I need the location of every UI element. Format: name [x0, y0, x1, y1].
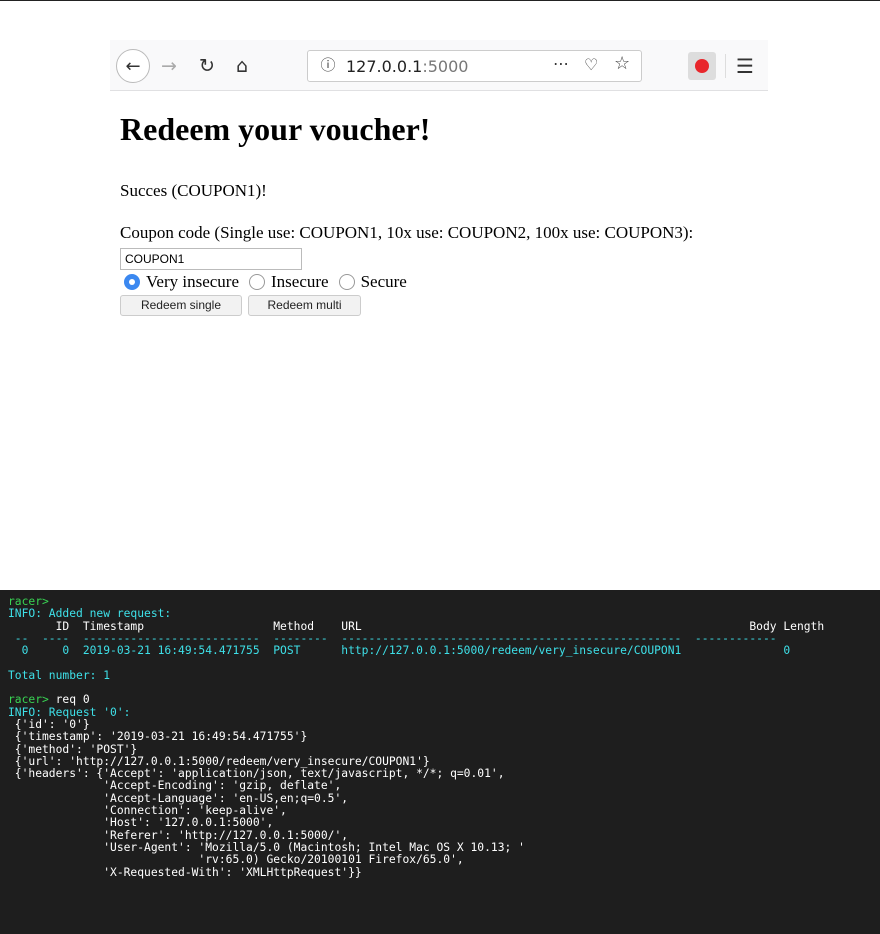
radio-secure[interactable]	[338, 274, 355, 290]
radio-label-very-insecure: Very insecure	[146, 272, 239, 291]
pocket-icon[interactable]: ♡	[584, 55, 598, 74]
home-icon[interactable]: ⌂	[228, 52, 256, 80]
request-line: 'User-Agent': 'Mozilla/5.0 (Macintosh; I…	[8, 840, 525, 854]
request-line: 'X-Requested-With': 'XMLHttpRequest'}}	[8, 865, 362, 879]
page-title: Redeem your voucher!	[120, 111, 431, 147]
toolbar-separator	[725, 54, 726, 78]
radio-label-insecure: Insecure	[271, 272, 329, 291]
terminal-prompt: racer>	[8, 693, 49, 707]
table-header: ID Timestamp Method URL Body Length	[8, 619, 825, 633]
page-content: Redeem your voucher! Succes (COUPON1)! C…	[110, 91, 768, 330]
coupon-label: Coupon code (Single use: COUPON1, 10x us…	[120, 223, 694, 242]
request-line: {'timestamp': '2019-03-21 16:49:54.47175…	[8, 730, 308, 744]
request-line: 'Connection': 'keep-alive',	[8, 804, 287, 818]
table-row: 0 0 2019-03-21 16:49:54.471755 POST http…	[8, 644, 791, 658]
reload-icon[interactable]: ↻	[193, 52, 221, 80]
terminal-command: req 0	[55, 693, 90, 707]
request-line: {'url': 'http://127.0.0.1:5000/redeem/ve…	[8, 754, 430, 768]
request-line: 'Accept-Language': 'en-US,en;q=0.5',	[8, 791, 349, 805]
star-icon[interactable]: ☆	[614, 53, 630, 74]
info-request-line: INFO: Request '0':	[8, 705, 131, 719]
info-icon[interactable]: ⓘ	[318, 55, 338, 75]
radio-label-secure: Secure	[360, 272, 407, 291]
request-line: 'Referer': 'http://127.0.0.1:5000/',	[8, 828, 349, 842]
redeem-single-button[interactable]: Redeem single	[120, 295, 242, 316]
status-message: Succes (COUPON1)!	[120, 181, 267, 200]
coupon-input[interactable]	[120, 248, 302, 270]
browser-window: ← → ↻ ⌂ ⓘ 127.0.0.1:5000 ⋯ ♡ ☆ ☰ Redeem …	[110, 40, 768, 330]
record-button[interactable]	[688, 52, 716, 80]
radio-insecure[interactable]	[249, 274, 265, 290]
radio-very-insecure[interactable]	[124, 274, 140, 290]
request-line: 'Accept-Encoding': 'gzip, deflate',	[8, 779, 342, 793]
terminal-prompt: racer>	[8, 595, 49, 608]
request-line: {'method': 'POST'}	[8, 742, 138, 756]
security-radio-group: Very insecure Insecure Secure	[120, 271, 413, 293]
back-arrow-icon[interactable]: ←	[116, 49, 150, 83]
url-text[interactable]: 127.0.0.1:5000	[346, 57, 468, 76]
request-line: {'id': '0'}	[8, 717, 90, 731]
record-icon	[695, 59, 709, 73]
url-host: 127.0.0.1	[346, 57, 423, 76]
info-added-line: INFO: Added new request:	[8, 607, 172, 621]
request-line: {'headers': {'Accept': 'application/json…	[8, 767, 505, 781]
request-line: 'Host': '127.0.0.1:5000',	[8, 816, 274, 830]
request-line: 'rv:65.0) Gecko/20100101 Firefox/65.0',	[8, 853, 464, 867]
hamburger-menu-icon[interactable]: ☰	[736, 54, 754, 78]
url-port: :5000	[422, 57, 469, 76]
total-line: Total number: 1	[8, 668, 111, 682]
redeem-multi-button[interactable]: Redeem multi	[248, 295, 361, 316]
browser-toolbar: ← → ↻ ⌂ ⓘ 127.0.0.1:5000 ⋯ ♡ ☆ ☰	[110, 40, 768, 91]
top-divider	[0, 0, 880, 1]
url-bar[interactable]: ⓘ 127.0.0.1:5000 ⋯ ♡ ☆	[307, 50, 642, 82]
more-icon[interactable]: ⋯	[553, 54, 569, 73]
terminal-window[interactable]: racer> INFO: Added new request: ID Times…	[0, 590, 880, 934]
forward-arrow-icon[interactable]: →	[155, 52, 183, 80]
table-separator: -- ---- -------------------------- -----…	[8, 631, 777, 645]
